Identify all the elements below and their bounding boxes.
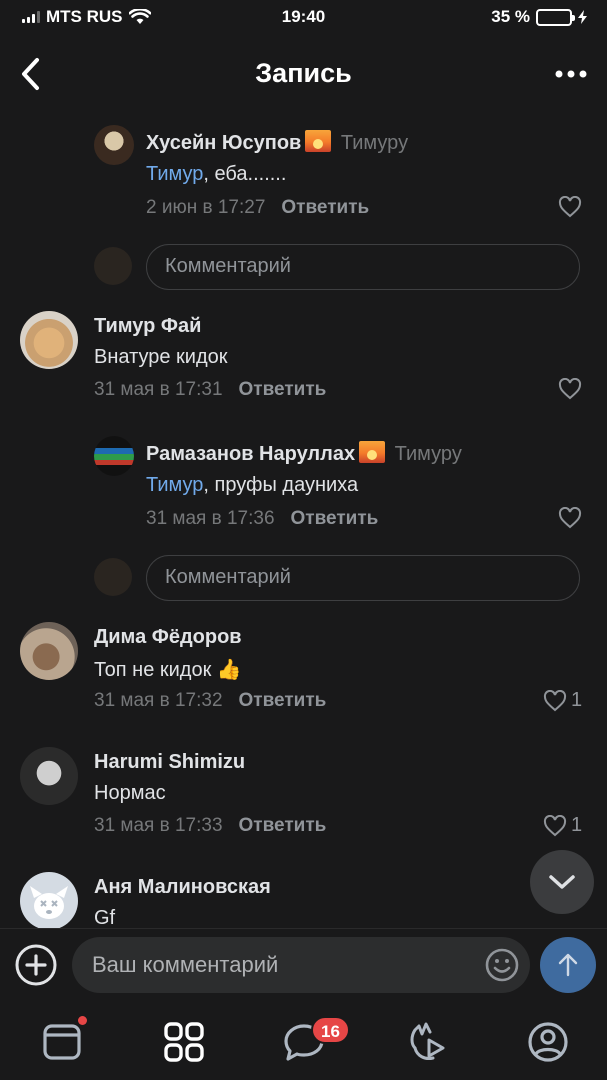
arrow-up-icon bbox=[558, 953, 578, 977]
my-avatar bbox=[94, 558, 132, 596]
like-button[interactable] bbox=[558, 196, 582, 218]
avatar[interactable] bbox=[94, 125, 134, 165]
chevron-down-icon bbox=[549, 875, 575, 889]
comment-author[interactable]: Harumi Shimizu bbox=[94, 751, 245, 774]
status-bar: MTS RUS 19:40 35 % bbox=[0, 0, 607, 34]
thread-reply-field[interactable]: Комментарий bbox=[146, 555, 580, 601]
news-tab-icon[interactable] bbox=[40, 1020, 84, 1064]
like-button[interactable] bbox=[558, 507, 582, 529]
avatar[interactable] bbox=[94, 436, 134, 476]
news-notification-dot bbox=[78, 1016, 87, 1025]
comment-author[interactable]: Аня Малиновская bbox=[94, 876, 271, 899]
heart-icon bbox=[558, 378, 582, 400]
comment-text: Gf bbox=[94, 907, 116, 928]
comment-author[interactable]: Тимур Фай bbox=[94, 315, 201, 338]
comment-date: 2 июн в 17:27 bbox=[146, 197, 266, 218]
battery-percent: 35 % bbox=[491, 7, 530, 26]
send-button[interactable] bbox=[540, 937, 596, 993]
thread-reply-field[interactable]: Комментарий bbox=[146, 244, 580, 290]
comment-date: 31 мая в 17:32 bbox=[94, 690, 223, 711]
comment-text: Внатуре кидок bbox=[94, 346, 228, 368]
mention-link[interactable]: Тимур bbox=[146, 474, 203, 496]
comment-text: Нормас bbox=[94, 782, 166, 804]
nav-header: Запись bbox=[0, 44, 607, 104]
reply-button[interactable]: Ответить bbox=[239, 815, 327, 836]
comment-author[interactable]: Дима Фёдоров bbox=[94, 626, 242, 649]
comment-date: 31 мая в 17:33 bbox=[94, 815, 223, 836]
reply-button[interactable]: Ответить bbox=[239, 690, 327, 711]
reply-to-label[interactable]: Тимуру bbox=[395, 443, 462, 465]
comment-input[interactable]: Ваш комментарий bbox=[72, 937, 530, 993]
comments-feed[interactable]: Хусейн Юсупов Тимуру Тимур, еба....... 2… bbox=[0, 110, 607, 928]
comment-date: 31 мая в 17:31 bbox=[94, 379, 223, 400]
avatar[interactable] bbox=[20, 747, 78, 805]
heart-icon bbox=[543, 814, 567, 836]
heart-icon bbox=[558, 196, 582, 218]
page-title: Запись bbox=[255, 58, 352, 88]
avatar[interactable] bbox=[20, 872, 78, 928]
reply-button[interactable]: Ответить bbox=[291, 508, 379, 529]
heart-icon bbox=[543, 689, 567, 711]
comment-author[interactable]: Рамазанов Наруллах bbox=[146, 443, 355, 465]
attach-plus-icon[interactable] bbox=[14, 943, 58, 987]
comment-date: 31 мая в 17:36 bbox=[146, 508, 275, 529]
services-tab-icon[interactable] bbox=[162, 1020, 206, 1064]
like-count: 1 bbox=[571, 689, 583, 711]
reply-to-label[interactable]: Тимуру bbox=[341, 132, 408, 154]
like-button[interactable]: 1 bbox=[543, 689, 582, 712]
like-button[interactable]: 1 bbox=[543, 814, 582, 837]
avatar[interactable] bbox=[20, 311, 78, 369]
heart-icon bbox=[558, 507, 582, 529]
comment-text: , еба....... bbox=[203, 163, 287, 185]
sunset-emoji bbox=[305, 130, 332, 152]
comment-input-bar: Ваш комментарий bbox=[0, 928, 607, 1000]
avatar[interactable] bbox=[20, 622, 78, 680]
battery-icon bbox=[536, 8, 575, 26]
messages-badge: 16 bbox=[311, 1016, 350, 1044]
sunset-emoji bbox=[359, 441, 386, 463]
like-count: 1 bbox=[571, 814, 583, 836]
comment-author[interactable]: Хусейн Юсупов bbox=[146, 132, 301, 154]
mention-link[interactable]: Тимур bbox=[146, 163, 203, 185]
emoji-smile-icon[interactable] bbox=[484, 947, 520, 983]
reply-button[interactable]: Ответить bbox=[239, 379, 327, 400]
reply-button[interactable]: Ответить bbox=[281, 197, 369, 218]
my-avatar bbox=[94, 247, 132, 285]
bottom-tab-bar: 16 bbox=[0, 1000, 607, 1080]
comment-text: Топ не кидок 👍 bbox=[94, 659, 242, 681]
scroll-down-button[interactable] bbox=[530, 850, 594, 914]
comment-text: , пруфы дауниха bbox=[203, 474, 359, 496]
clips-tab-icon[interactable] bbox=[405, 1020, 449, 1064]
like-button[interactable] bbox=[558, 378, 582, 400]
deactivated-dog-icon bbox=[30, 886, 68, 919]
more-options-icon[interactable] bbox=[553, 62, 589, 86]
charging-icon bbox=[578, 10, 587, 24]
profile-tab-icon[interactable] bbox=[526, 1020, 570, 1064]
comment-input-placeholder: Ваш комментарий bbox=[92, 952, 279, 977]
